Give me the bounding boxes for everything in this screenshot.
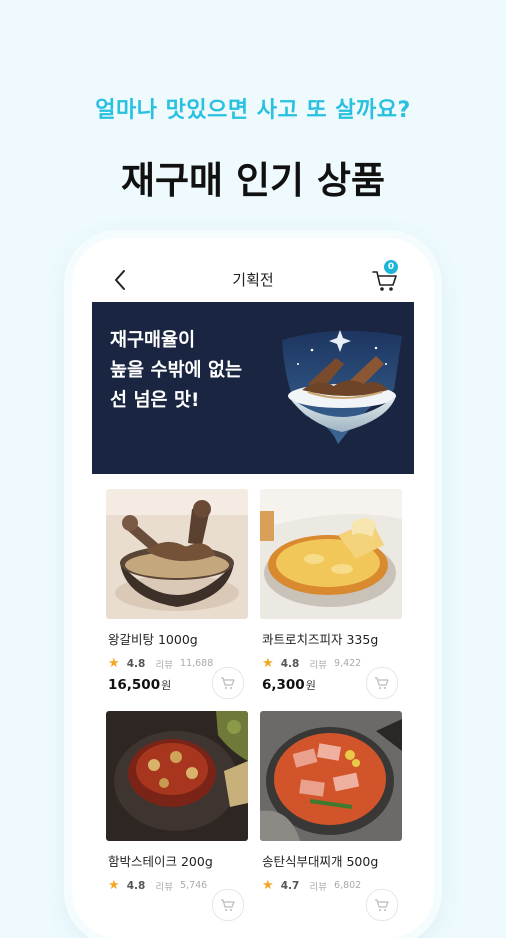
product-rating: ★ 4.8 리뷰 11,688 [108, 653, 214, 671]
promo-banner[interactable]: 재구매율이 높을 수밖에 없는 선 넘은 맛! [92, 302, 414, 474]
review-count: 9,422 [334, 658, 362, 669]
cart-icon [221, 899, 235, 911]
add-to-cart-button[interactable] [212, 667, 244, 699]
galbitang-image [106, 489, 248, 619]
price-value: 16,500 [108, 677, 161, 693]
hamburg-steak-image [106, 711, 248, 841]
rating-value: 4.8 [280, 657, 300, 670]
add-to-cart-button[interactable] [212, 889, 244, 921]
review-label: 리뷰 [309, 881, 327, 893]
product-card[interactable]: 송탄식부대찌개 500g ★ 4.7 리뷰 6,802 [260, 711, 402, 926]
review-count: 5,746 [180, 880, 208, 891]
product-rating: ★ 4.7 리뷰 6,802 [262, 875, 362, 893]
phone-frame: 기획전 0 재구매율이 높을 수밖에 없는 선 넘은 맛! 왕갈비탕 1000g… [72, 238, 434, 938]
cart-icon [375, 899, 389, 911]
price-currency: 원 [305, 679, 316, 692]
product-name: 왕갈비탕 1000g [108, 632, 198, 647]
product-rating: ★ 4.8 리뷰 9,422 [262, 653, 362, 671]
price-value: 6,300 [262, 677, 305, 693]
cart-count-badge: 0 [384, 260, 398, 274]
product-card[interactable]: 왕갈비탕 1000g ★ 4.8 리뷰 11,688 16,500원 [106, 489, 248, 704]
promo-subtitle: 얼마나 맛있으면 사고 또 살까요? [95, 98, 411, 123]
cart-button[interactable]: 0 [370, 260, 400, 294]
review-count: 11,688 [180, 658, 214, 669]
product-rating: ★ 4.8 리뷰 5,746 [108, 875, 208, 893]
review-count: 6,802 [334, 880, 362, 891]
product-card[interactable]: 함박스테이크 200g ★ 4.8 리뷰 5,746 [106, 711, 248, 926]
add-to-cart-button[interactable] [366, 667, 398, 699]
cheese-pizza-image [260, 489, 402, 619]
product-name: 함박스테이크 200g [108, 854, 213, 869]
review-label: 리뷰 [155, 881, 173, 893]
star-icon: ★ [108, 656, 120, 671]
star-icon: ★ [262, 656, 274, 671]
promo-title: 재구매 인기 상품 [120, 159, 386, 202]
product-name: 콰트로치즈피자 335g [262, 632, 379, 647]
product-price: 16,500원 [108, 677, 171, 693]
star-icon: ★ [262, 878, 274, 893]
banner-headline: 재구매율이 높을 수밖에 없는 선 넘은 맛! [110, 330, 243, 411]
review-label: 리뷰 [309, 659, 327, 671]
product-price: 6,300원 [262, 677, 316, 693]
product-image[interactable] [260, 489, 402, 619]
rating-value: 4.8 [126, 657, 146, 670]
review-label: 리뷰 [155, 659, 173, 671]
product-image[interactable] [260, 711, 402, 841]
star-icon: ★ [108, 878, 120, 893]
rating-value: 4.8 [126, 879, 146, 892]
rating-value: 4.7 [280, 879, 300, 892]
price-currency: 원 [161, 679, 172, 692]
product-image[interactable] [106, 489, 248, 619]
product-image[interactable] [106, 711, 248, 841]
product-name: 송탄식부대찌개 500g [262, 854, 379, 869]
budae-jjigae-image [260, 711, 402, 841]
cart-icon [221, 677, 235, 689]
add-to-cart-button[interactable] [366, 889, 398, 921]
cart-icon [375, 677, 389, 689]
banner-food-image [282, 330, 402, 444]
product-card[interactable]: 콰트로치즈피자 335g ★ 4.8 리뷰 9,422 6,300원 [260, 489, 402, 704]
app-bar: 기획전 0 [72, 260, 434, 300]
